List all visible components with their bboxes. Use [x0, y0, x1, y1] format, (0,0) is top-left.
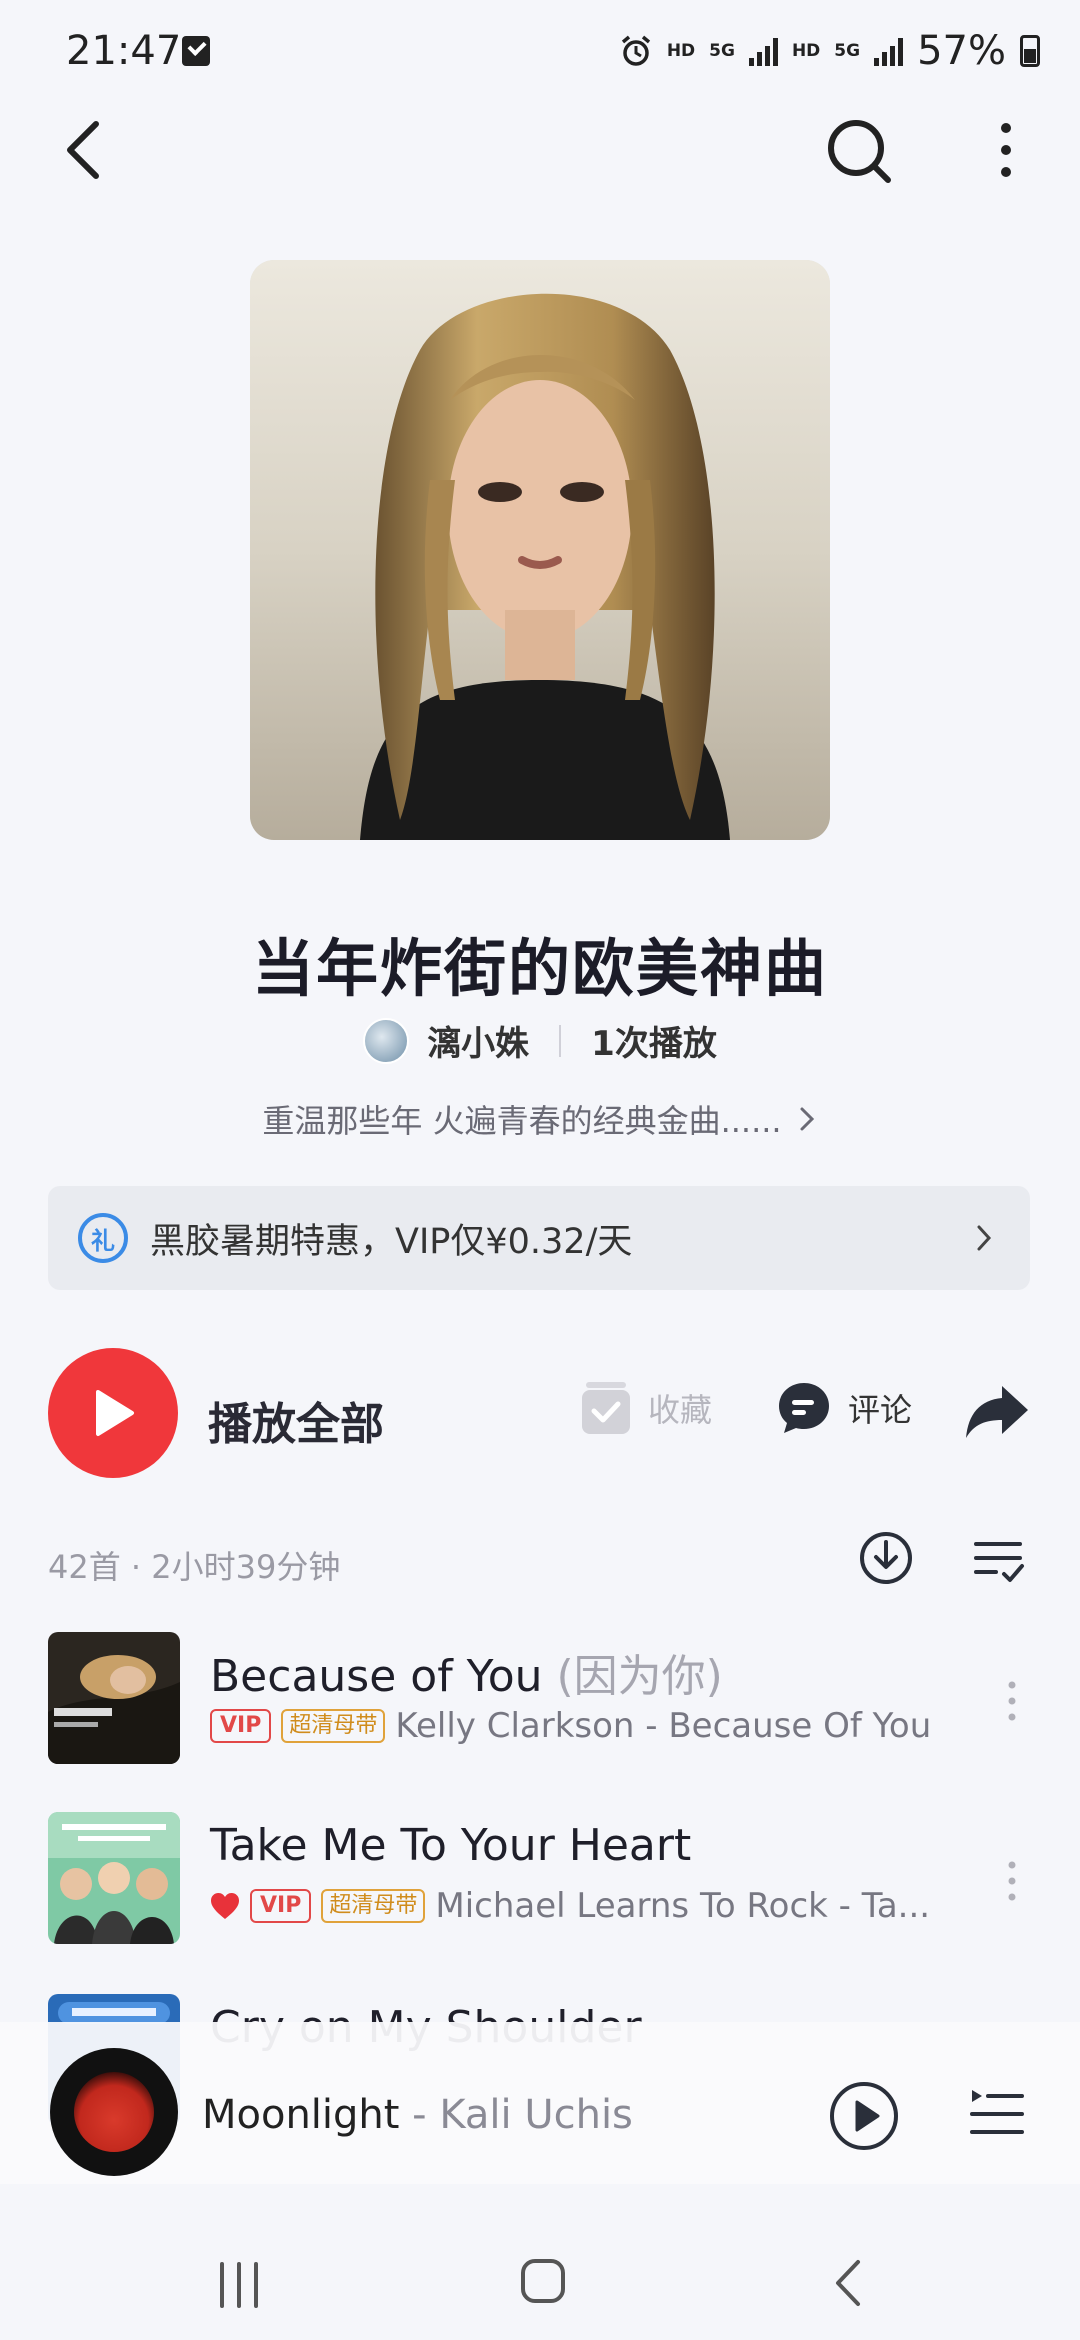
song-cover — [48, 1632, 180, 1764]
favorite-button[interactable]: 收藏 — [580, 1380, 712, 1436]
play-icon — [96, 1390, 134, 1436]
song-row[interactable]: Because of You (因为你) VIP 超清母带 Kelly Clar… — [0, 1632, 1080, 1772]
song-meta: VIP 超清母带 Michael Learns To Rock - Ta... — [210, 1886, 930, 1926]
more-vertical-icon[interactable] — [1000, 1856, 1024, 1906]
now-playing-info[interactable]: Moonlight - Kali Uchis — [202, 2092, 633, 2138]
song-title-text: Take Me To Your Heart — [210, 1820, 692, 1871]
download-icon — [860, 1532, 912, 1584]
play-pause-button[interactable] — [828, 2080, 900, 2152]
back-chevron-icon — [67, 121, 99, 179]
recent-apps-icon[interactable] — [214, 2260, 264, 2310]
status-bar: 21:47 HD 5G HD 5G 57% — [0, 0, 1080, 100]
search-button[interactable] — [818, 110, 898, 190]
comment-label: 评论 — [848, 1391, 913, 1429]
list-check-icon — [974, 1542, 1024, 1582]
play-all-label[interactable]: 播放全部 — [208, 1388, 384, 1452]
vip-badge: VIP — [210, 1709, 272, 1743]
track-count-duration: 42首 · 2小时39分钟 — [48, 1548, 341, 1586]
creator-name[interactable]: 漓小姝 — [427, 1016, 529, 1065]
back-button[interactable] — [44, 110, 124, 190]
queue-icon — [970, 2090, 1024, 2134]
chevron-right-icon — [977, 1225, 992, 1251]
vip-badge: VIP — [250, 1889, 312, 1923]
share-button[interactable] — [964, 1384, 1030, 1440]
cover-portrait-image — [250, 260, 830, 840]
gift-icon: 礼 — [78, 1213, 128, 1263]
heart-icon — [211, 1893, 239, 1919]
now-playing-title: Moonlight — [202, 2092, 400, 2138]
song-artist-album: Kelly Clarkson - Because Of You — [395, 1706, 932, 1746]
more-vertical-icon[interactable] — [1000, 1676, 1024, 1726]
play-all-button[interactable] — [48, 1348, 178, 1478]
comment-button[interactable]: 评论 — [776, 1380, 912, 1436]
now-playing-cover[interactable] — [50, 2048, 178, 2176]
home-icon[interactable] — [520, 2258, 566, 2304]
description-text: 重温那些年 火遍青春的经典金曲...... — [262, 1102, 782, 1140]
song-title: Because of You (因为你) — [210, 1640, 723, 1704]
now-playing-separator: - — [399, 2092, 440, 2138]
more-button[interactable] — [966, 110, 1046, 190]
play-circle-icon — [830, 2082, 898, 2150]
play-count: 1次播放 — [591, 1024, 717, 1064]
song-cover — [48, 1812, 180, 1944]
album-art-image — [48, 1812, 180, 1944]
hd-indicator-2: HD — [791, 40, 821, 61]
song-alias: (因为你) — [556, 1651, 723, 1702]
song-meta: VIP 超清母带 Kelly Clarkson - Because Of You — [210, 1706, 931, 1746]
status-indicators: HD 5G HD 5G 57% — [619, 26, 1040, 76]
vip-promo-text: 黑胶暑期特惠，VIP仅¥0.32/天 — [150, 1221, 633, 1262]
battery-percent: 57% — [917, 28, 1006, 74]
hd-indicator: HD — [666, 40, 696, 61]
status-time: 21:47 — [66, 28, 182, 74]
alarm-icon — [621, 35, 650, 66]
mini-player[interactable]: Moonlight - Kali Uchis — [0, 2022, 1080, 2184]
meta-divider — [559, 1024, 562, 1057]
creator-avatar[interactable] — [363, 1017, 410, 1064]
checkbox-notification-icon — [182, 36, 210, 66]
network-type-2: 5G — [834, 40, 861, 61]
song-title-text: Because of You — [210, 1651, 543, 1702]
more-vertical-icon — [1001, 123, 1011, 177]
signal-icon — [748, 36, 778, 66]
battery-icon — [1020, 35, 1040, 67]
album-art-image — [74, 2072, 154, 2152]
chevron-right-icon — [800, 1107, 814, 1131]
quality-badge: 超清母带 — [321, 1889, 426, 1923]
comment-icon — [779, 1383, 829, 1433]
multi-select-button[interactable] — [972, 1536, 1026, 1586]
signal-icon-2 — [874, 36, 904, 66]
playlist-description[interactable]: 重温那些年 火遍青春的经典金曲...... — [0, 1096, 1080, 1142]
song-artist-album: Michael Learns To Rock - Ta... — [435, 1886, 931, 1926]
share-icon — [966, 1386, 1028, 1438]
download-all-button[interactable] — [858, 1530, 914, 1586]
system-nav-bar — [0, 2184, 1080, 2340]
playlist-queue-button[interactable] — [968, 2086, 1026, 2142]
song-row[interactable]: Take Me To Your Heart VIP 超清母带 Michael L… — [0, 1812, 1080, 1952]
playlist-cover[interactable] — [250, 260, 830, 840]
album-art-image — [48, 1632, 180, 1764]
search-icon — [828, 120, 891, 183]
playlist-title: 当年炸街的欧美神曲 — [251, 932, 828, 1005]
network-type: 5G — [709, 40, 735, 61]
favorite-label: 收藏 — [648, 1391, 713, 1429]
song-title: Take Me To Your Heart — [210, 1820, 691, 1871]
now-playing-artist: Kali Uchis — [439, 2092, 633, 2138]
playlist-screen: 21:47 HD 5G HD 5G 57% 当年炸街的欧美神曲 漓小姝 1次播放… — [0, 0, 1080, 2340]
playlist-meta: 漓小姝 1次播放 — [0, 1016, 1080, 1065]
vip-promo-banner[interactable]: 礼 黑胶暑期特惠，VIP仅¥0.32/天 — [48, 1186, 1030, 1290]
nav-back-icon[interactable] — [830, 2258, 864, 2308]
collect-icon — [582, 1382, 630, 1434]
quality-badge: 超清母带 — [281, 1709, 386, 1743]
